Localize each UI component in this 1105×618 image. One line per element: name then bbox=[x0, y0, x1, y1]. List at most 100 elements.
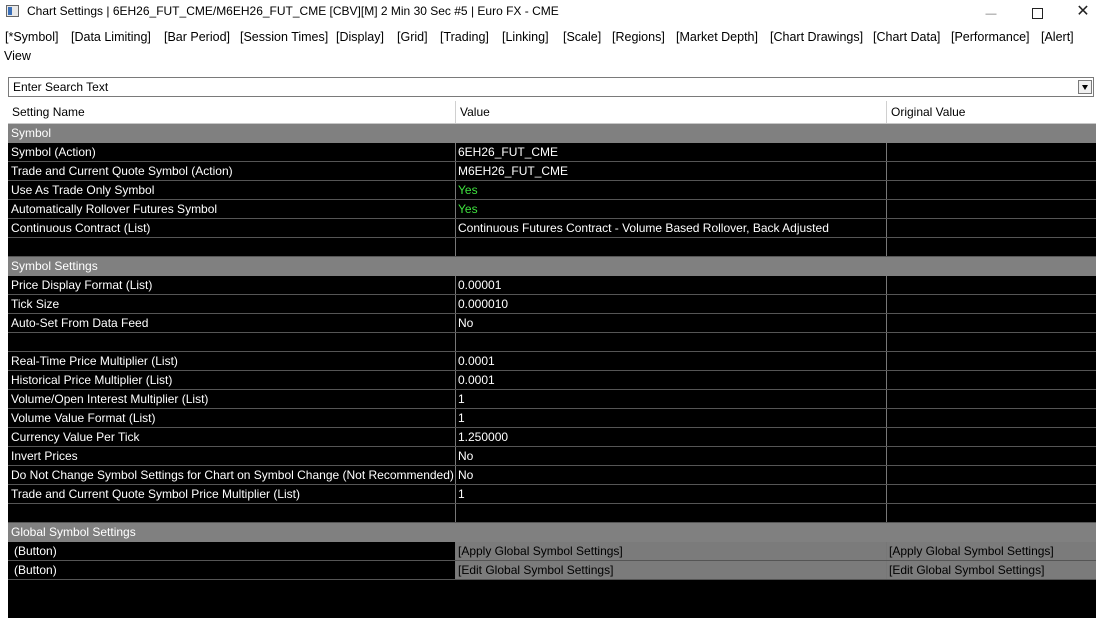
setting-row[interactable]: Continuous Contract (List) Continuous Fut… bbox=[8, 219, 1096, 238]
original-value bbox=[887, 409, 1096, 427]
setting-value[interactable]: 6EH26_FUT_CME bbox=[456, 143, 887, 161]
menu-performance[interactable]: [Performance] bbox=[951, 29, 1030, 45]
original-value bbox=[887, 428, 1096, 446]
setting-row[interactable]: Invert Prices No bbox=[8, 447, 1096, 466]
original-value bbox=[887, 466, 1096, 484]
original-value bbox=[887, 333, 1096, 351]
column-header-original-value[interactable]: Original Value bbox=[887, 101, 1096, 123]
button-row[interactable]: (Button) [Edit Global Symbol Settings] [Ed… bbox=[8, 561, 1096, 580]
menu-trading[interactable]: [Trading] bbox=[440, 29, 489, 45]
setting-value[interactable]: 1 bbox=[456, 485, 887, 503]
setting-name: Real-Time Price Multiplier (List) bbox=[8, 352, 456, 370]
original-value bbox=[887, 504, 1096, 522]
menu-linking[interactable]: [Linking] bbox=[502, 29, 549, 45]
setting-row[interactable]: Real-Time Price Multiplier (List) 0.0001 bbox=[8, 352, 1096, 371]
column-header-value[interactable]: Value bbox=[456, 101, 887, 123]
menu-alert[interactable]: [Alert] bbox=[1041, 29, 1074, 45]
menu-chart-data[interactable]: [Chart Data] bbox=[873, 29, 940, 45]
minimize-icon: — bbox=[985, 8, 997, 20]
setting-row[interactable]: Automatically Rollover Futures Symbol Yes bbox=[8, 200, 1096, 219]
menu-market-depth[interactable]: [Market Depth] bbox=[676, 29, 758, 45]
app-window-icon bbox=[6, 5, 19, 17]
setting-value[interactable]: 0.000010 bbox=[456, 295, 887, 313]
section-header-row: Symbol Settings bbox=[8, 257, 1096, 276]
menu-symbol[interactable]: [*Symbol] bbox=[5, 29, 59, 45]
setting-row[interactable]: Trade and Current Quote Symbol (Action) M… bbox=[8, 162, 1096, 181]
setting-value[interactable]: Continuous Futures Contract - Volume Bas… bbox=[456, 219, 887, 237]
original-value bbox=[887, 200, 1096, 218]
setting-value[interactable]: 0.0001 bbox=[456, 352, 887, 370]
setting-value[interactable]: No bbox=[456, 466, 887, 484]
menu-session-times[interactable]: [Session Times] bbox=[240, 29, 328, 45]
setting-value[interactable]: 1 bbox=[456, 409, 887, 427]
setting-row[interactable]: Price Display Format (List) 0.00001 bbox=[8, 276, 1096, 295]
section-title: Symbol Settings bbox=[11, 259, 98, 273]
setting-row[interactable]: Currency Value Per Tick 1.250000 bbox=[8, 428, 1096, 447]
setting-row[interactable]: Volume/Open Interest Multiplier (List) 1 bbox=[8, 390, 1096, 409]
menu-scale[interactable]: [Scale] bbox=[563, 29, 601, 45]
setting-row[interactable]: Do Not Change Symbol Settings for Chart … bbox=[8, 466, 1096, 485]
setting-name bbox=[8, 504, 456, 522]
setting-value[interactable]: Yes bbox=[456, 200, 887, 218]
setting-name: Automatically Rollover Futures Symbol bbox=[8, 200, 456, 218]
setting-name: Tick Size bbox=[8, 295, 456, 313]
title-bar: Chart Settings | 6EH26_FUT_CME/M6EH26_FU… bbox=[0, 0, 1105, 24]
original-value bbox=[887, 390, 1096, 408]
button-row[interactable]: (Button) [Apply Global Symbol Settings] [A… bbox=[8, 542, 1096, 561]
chevron-down-icon[interactable] bbox=[1078, 80, 1092, 94]
search-input[interactable]: Enter Search Text bbox=[13, 80, 108, 94]
setting-value[interactable]: No bbox=[456, 314, 887, 332]
original-value bbox=[887, 276, 1096, 294]
close-button[interactable]: ✕ bbox=[1060, 0, 1105, 24]
setting-value[interactable]: Yes bbox=[456, 181, 887, 199]
setting-value[interactable]: 0.00001 bbox=[456, 276, 887, 294]
setting-value[interactable]: 1.250000 bbox=[456, 428, 887, 446]
setting-row[interactable]: Tick Size 0.000010 bbox=[8, 295, 1096, 314]
setting-value[interactable]: No bbox=[456, 447, 887, 465]
original-value bbox=[887, 295, 1096, 313]
menu-regions[interactable]: [Regions] bbox=[612, 29, 665, 45]
original-button-value[interactable]: [Apply Global Symbol Settings] bbox=[887, 542, 1096, 560]
setting-value bbox=[456, 333, 887, 351]
window-title: Chart Settings | 6EH26_FUT_CME/M6EH26_FU… bbox=[27, 4, 559, 18]
apply-button-value[interactable]: [Apply Global Symbol Settings] bbox=[456, 542, 887, 560]
setting-value[interactable]: M6EH26_FUT_CME bbox=[456, 162, 887, 180]
menu-display[interactable]: [Display] bbox=[336, 29, 384, 45]
maximize-button[interactable] bbox=[1014, 0, 1060, 24]
setting-name: Trade and Current Quote Symbol Price Mul… bbox=[8, 485, 456, 503]
menu-bar-period[interactable]: [Bar Period] bbox=[164, 29, 230, 45]
setting-value[interactable]: 1 bbox=[456, 390, 887, 408]
setting-name: Price Display Format (List) bbox=[8, 276, 456, 294]
setting-value bbox=[456, 238, 887, 256]
setting-name: Volume/Open Interest Multiplier (List) bbox=[8, 390, 456, 408]
setting-name bbox=[8, 333, 456, 351]
spacer-row bbox=[8, 333, 1096, 352]
setting-name: Symbol (Action) bbox=[8, 143, 456, 161]
setting-row[interactable]: Symbol (Action) 6EH26_FUT_CME bbox=[8, 143, 1096, 162]
setting-row[interactable]: Trade and Current Quote Symbol Price Mul… bbox=[8, 485, 1096, 504]
original-button-value[interactable]: [Edit Global Symbol Settings] bbox=[887, 561, 1096, 579]
button-label: (Button) bbox=[8, 561, 456, 579]
menu-chart-drawings[interactable]: [Chart Drawings] bbox=[770, 29, 863, 45]
setting-name bbox=[8, 238, 456, 256]
close-icon: ✕ bbox=[1076, 3, 1090, 20]
original-value bbox=[887, 352, 1096, 370]
menu-data-limiting[interactable]: [Data Limiting] bbox=[71, 29, 151, 45]
setting-row[interactable]: Historical Price Multiplier (List) 0.0001 bbox=[8, 371, 1096, 390]
setting-name: Continuous Contract (List) bbox=[8, 219, 456, 237]
original-value bbox=[887, 371, 1096, 389]
setting-row[interactable]: Use As Trade Only Symbol Yes bbox=[8, 181, 1096, 200]
setting-name: Auto-Set From Data Feed bbox=[8, 314, 456, 332]
setting-row[interactable]: Auto-Set From Data Feed No bbox=[8, 314, 1096, 333]
apply-button-value[interactable]: [Edit Global Symbol Settings] bbox=[456, 561, 887, 579]
column-header-setting-name[interactable]: Setting Name bbox=[8, 101, 456, 123]
menu-grid[interactable]: [Grid] bbox=[397, 29, 428, 45]
search-combobox[interactable]: Enter Search Text bbox=[8, 77, 1094, 97]
minimize-button[interactable]: — bbox=[968, 0, 1014, 24]
setting-value[interactable]: 0.0001 bbox=[456, 371, 887, 389]
menu-view[interactable]: View bbox=[4, 48, 31, 64]
setting-name: Use As Trade Only Symbol bbox=[8, 181, 456, 199]
original-value bbox=[887, 314, 1096, 332]
setting-row[interactable]: Volume Value Format (List) 1 bbox=[8, 409, 1096, 428]
settings-menu-bar: [*Symbol] [Data Limiting] [Bar Period] [… bbox=[0, 27, 1105, 65]
